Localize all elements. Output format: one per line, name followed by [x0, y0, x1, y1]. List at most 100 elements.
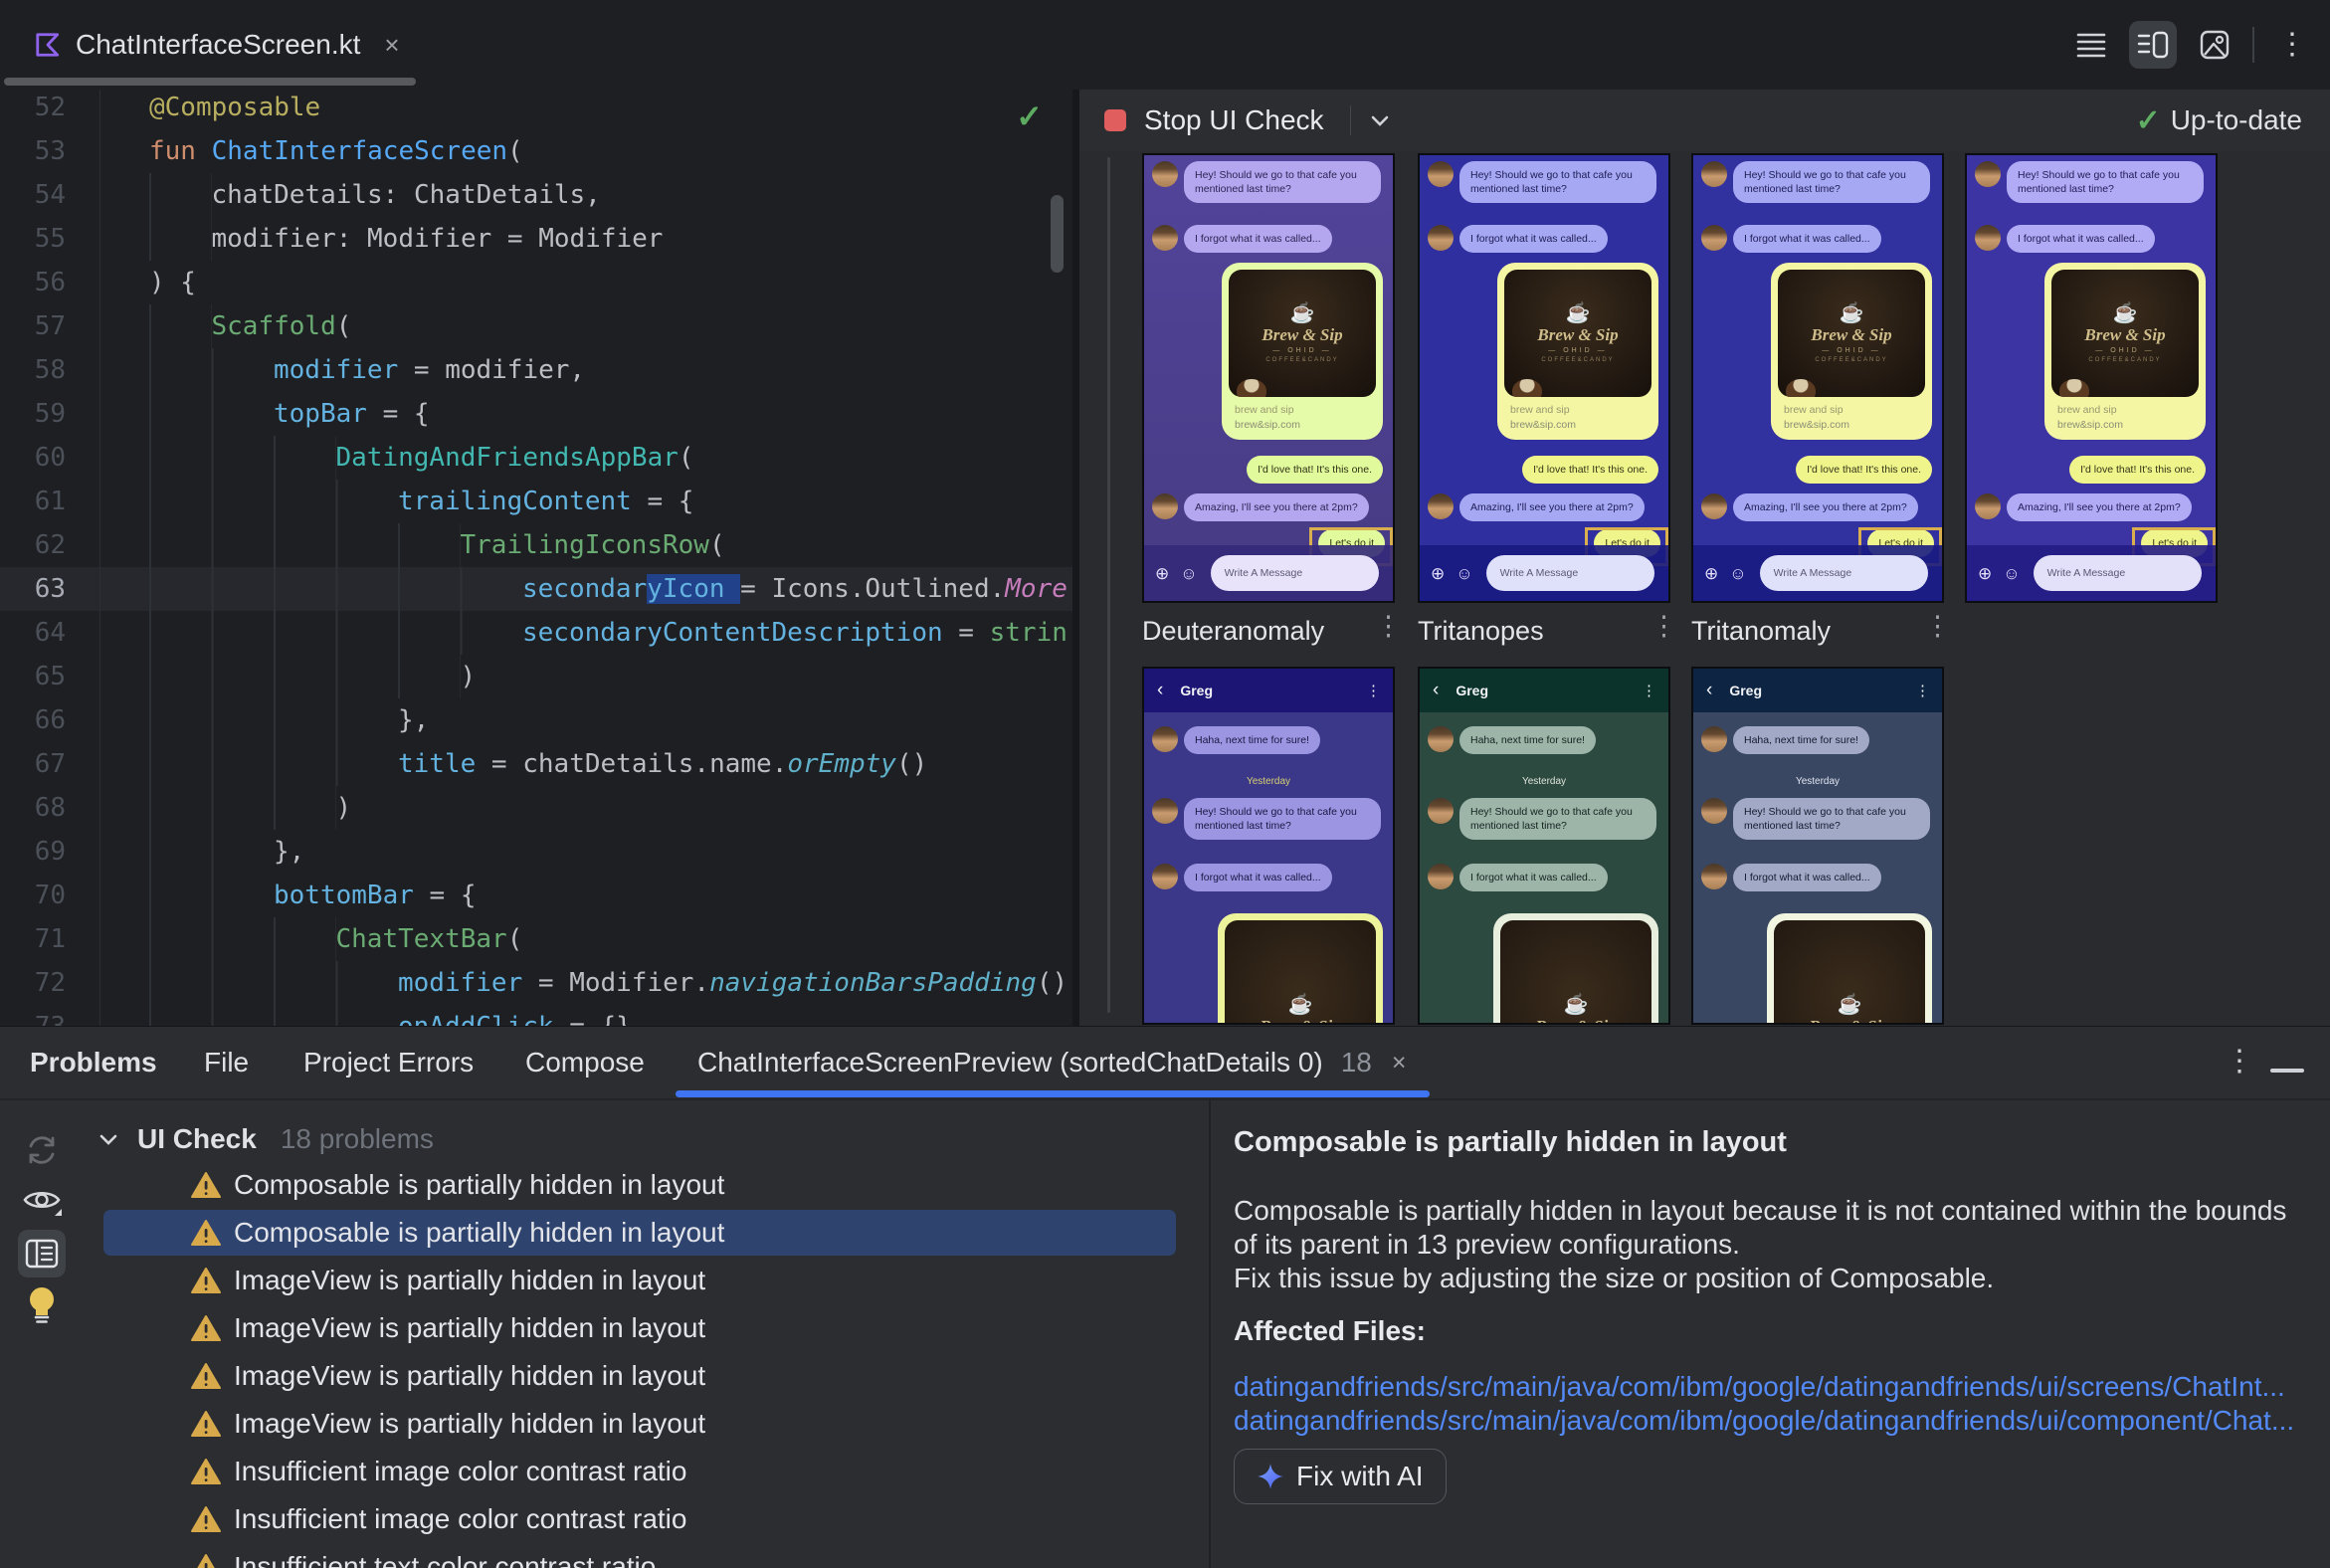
indent-guides [149, 698, 398, 742]
ui-check-group[interactable]: UI Check 18 problems [99, 1118, 434, 1160]
problem-item[interactable]: ImageView is partially hidden in layout [103, 1401, 1176, 1447]
code-line[interactable]: 59 topBar = { [0, 392, 1072, 436]
chat-more-menu[interactable]: ⋮ [1915, 684, 1930, 698]
tabbar-scrollbar[interactable] [4, 78, 416, 86]
back-icon[interactable]: ‹ [1433, 680, 1439, 701]
panel-divider[interactable] [1209, 1100, 1211, 1568]
problem-item[interactable]: Insufficient image color contrast ratio [103, 1496, 1176, 1542]
editor-preview-splitter[interactable] [1072, 90, 1079, 1026]
affected-file-link[interactable]: datingandfriends/src/main/java/com/ibm/g… [1234, 1405, 2294, 1437]
outgoing-message: I'd love that! It's this one. [2069, 456, 2206, 485]
code-line[interactable]: 73 onAddClick = {} [0, 1005, 1072, 1026]
preview-more-menu[interactable]: ⋮ [1375, 613, 1402, 640]
incoming-message: Haha, next time for sure! [1428, 726, 1596, 755]
preview-phone[interactable]: Hey! Should we go to that cafe you menti… [1691, 153, 1944, 603]
tab-problems[interactable]: Problems [30, 1027, 157, 1098]
preview-phone[interactable]: ‹ Greg ⋮ Haha, next time for sure! Yesterday… [1691, 667, 1944, 1025]
chevron-down-icon[interactable] [1371, 115, 1389, 126]
code-token: title [398, 749, 477, 779]
editor-scrollbar[interactable] [1051, 195, 1064, 273]
problem-item[interactable]: Composable is partially hidden in layout [103, 1162, 1176, 1208]
chat-more-menu[interactable]: ⋮ [1366, 684, 1381, 698]
code-line[interactable]: 66}, [0, 698, 1072, 742]
message-input[interactable]: Write A Message [1210, 555, 1379, 591]
editor-more-menu[interactable]: ⋮ [2268, 21, 2316, 69]
plus-icon[interactable]: ⊕ [1978, 565, 1992, 582]
chat-bubble: I forgot what it was called... [2007, 225, 2155, 254]
stop-ui-check-button[interactable]: Stop UI Check [1144, 104, 1324, 136]
tab-compose[interactable]: Compose [525, 1027, 645, 1098]
emoji-icon[interactable]: ☺ [1456, 565, 1472, 582]
tab-project-errors[interactable]: Project Errors [303, 1027, 474, 1098]
plus-icon[interactable]: ⊕ [1431, 565, 1445, 582]
problem-item[interactable]: Insufficient image color contrast ratio [103, 1449, 1176, 1494]
code-line[interactable]: 53 fun ChatInterfaceScreen( [0, 129, 1072, 173]
preview-phone[interactable]: Hey! Should we go to that cafe you menti… [1142, 153, 1395, 603]
preview-phone[interactable]: ‹ Greg ⋮ Haha, next time for sure! Yesterday… [1418, 667, 1670, 1025]
problem-item[interactable]: Composable is partially hidden in layout [103, 1210, 1176, 1256]
code-line[interactable]: 69}, [0, 830, 1072, 874]
preview-more-menu[interactable]: ⋮ [1924, 613, 1951, 640]
code-line[interactable]: 52 @Composable [0, 90, 1072, 129]
code-line[interactable]: 63 secondar yIcon = Icons.Outlined. More [0, 567, 1072, 611]
preview-phone[interactable]: ‹ Greg ⋮ Haha, next time for sure! Yesterday… [1142, 667, 1395, 1025]
code-line[interactable]: 67 title = chatDetails.name. orEmpty() [0, 742, 1072, 786]
chat-bubble: Amazing, I'll see you there at 2pm? [1184, 493, 1369, 522]
message-input[interactable]: Write A Message [1759, 555, 1928, 591]
emoji-icon[interactable]: ☺ [1729, 565, 1746, 582]
problem-item[interactable]: Insufficient text color contrast ratio [103, 1544, 1176, 1568]
code-line[interactable]: 58 modifier = modifier, [0, 348, 1072, 392]
code-editor[interactable]: 52 @Composable 53 fun ChatInterfaceScreen(5… [0, 90, 1072, 1026]
split-view-button[interactable] [2129, 21, 2177, 69]
message-input[interactable]: Write A Message [2033, 555, 2202, 591]
preview-scrollbar[interactable] [1107, 157, 1110, 1013]
tab-chatinterfacescreen[interactable]: ChatInterfaceScreen.kt × [20, 14, 414, 76]
back-icon[interactable]: ‹ [1706, 680, 1712, 701]
back-icon[interactable]: ‹ [1157, 680, 1163, 701]
tab-file[interactable]: File [204, 1027, 249, 1098]
preview-phone[interactable]: Hey! Should we go to that cafe you menti… [1418, 153, 1670, 603]
problem-item[interactable]: ImageView is partially hidden in layout [103, 1305, 1176, 1351]
emoji-icon[interactable]: ☺ [2003, 565, 2020, 582]
emoji-icon[interactable]: ☺ [1180, 565, 1197, 582]
quick-fix-button[interactable] [18, 1281, 66, 1329]
code-line[interactable]: 71 ChatTextBar( [0, 917, 1072, 961]
details-view-toggle[interactable] [18, 1230, 66, 1277]
chat-more-menu[interactable]: ⋮ [1642, 684, 1656, 698]
problem-item[interactable]: ImageView is partially hidden in layout [103, 1353, 1176, 1399]
code-line[interactable]: 54 chatDetails: ChatDetails, [0, 173, 1072, 217]
affected-file-link[interactable]: datingandfriends/src/main/java/com/ibm/g… [1234, 1371, 2285, 1403]
code-line[interactable]: 61 trailingContent = { [0, 480, 1072, 523]
preview-phone[interactable]: Hey! Should we go to that cafe you menti… [1965, 153, 2218, 603]
message-input[interactable]: Write A Message [1485, 555, 1654, 591]
avatar [1152, 864, 1178, 889]
code-line[interactable]: 72 modifier = Modifier. navigationBarsPadd… [0, 961, 1072, 1005]
close-icon[interactable]: × [1392, 1049, 1407, 1078]
preview-more-menu[interactable]: ⋮ [1650, 613, 1677, 640]
preview-canvas[interactable]: Hey! Should we go to that cafe you menti… [1079, 151, 2330, 1026]
code-line[interactable]: 70 bottomBar = { [0, 874, 1072, 917]
code-line[interactable]: 62 TrailingIconsRow( [0, 523, 1072, 567]
tab-chatinterfacescreenpreview-sortedchatdetails-0-[interactable]: ChatInterfaceScreenPreview (sortedChatDe… [697, 1027, 1407, 1098]
code-line[interactable]: 57 Scaffold( [0, 304, 1072, 348]
design-view-button[interactable] [2191, 21, 2238, 69]
code-line[interactable]: 68) [0, 786, 1072, 830]
plus-icon[interactable]: ⊕ [1155, 565, 1169, 582]
close-icon[interactable]: × [384, 30, 399, 61]
plus-icon[interactable]: ⊕ [1704, 565, 1718, 582]
minimize-icon[interactable] [2270, 1069, 2304, 1073]
code-line[interactable]: 56) { [0, 261, 1072, 304]
code-view-button[interactable] [2067, 21, 2115, 69]
code-line[interactable]: 60 DatingAndFriendsAppBar( [0, 436, 1072, 480]
preview-inspection-button[interactable] [18, 1178, 66, 1226]
code-line[interactable]: 65) [0, 655, 1072, 698]
code-line[interactable]: 55 modifier: Modifier = Modifier [0, 217, 1072, 261]
panel-more-menu[interactable]: ⋮ [2225, 1047, 2254, 1077]
code-line[interactable]: 64 secondaryContentDescription = strin [0, 611, 1072, 655]
refresh-button[interactable] [18, 1126, 66, 1174]
chat-bubble: I forgot what it was called... [1733, 225, 1881, 254]
inspections-ok-icon[interactable]: ✓ [1016, 98, 1043, 135]
code-token: () [1036, 968, 1068, 998]
problem-item[interactable]: ImageView is partially hidden in layout [103, 1258, 1176, 1303]
fix-with-ai-button[interactable]: Fix with AI [1234, 1449, 1447, 1504]
